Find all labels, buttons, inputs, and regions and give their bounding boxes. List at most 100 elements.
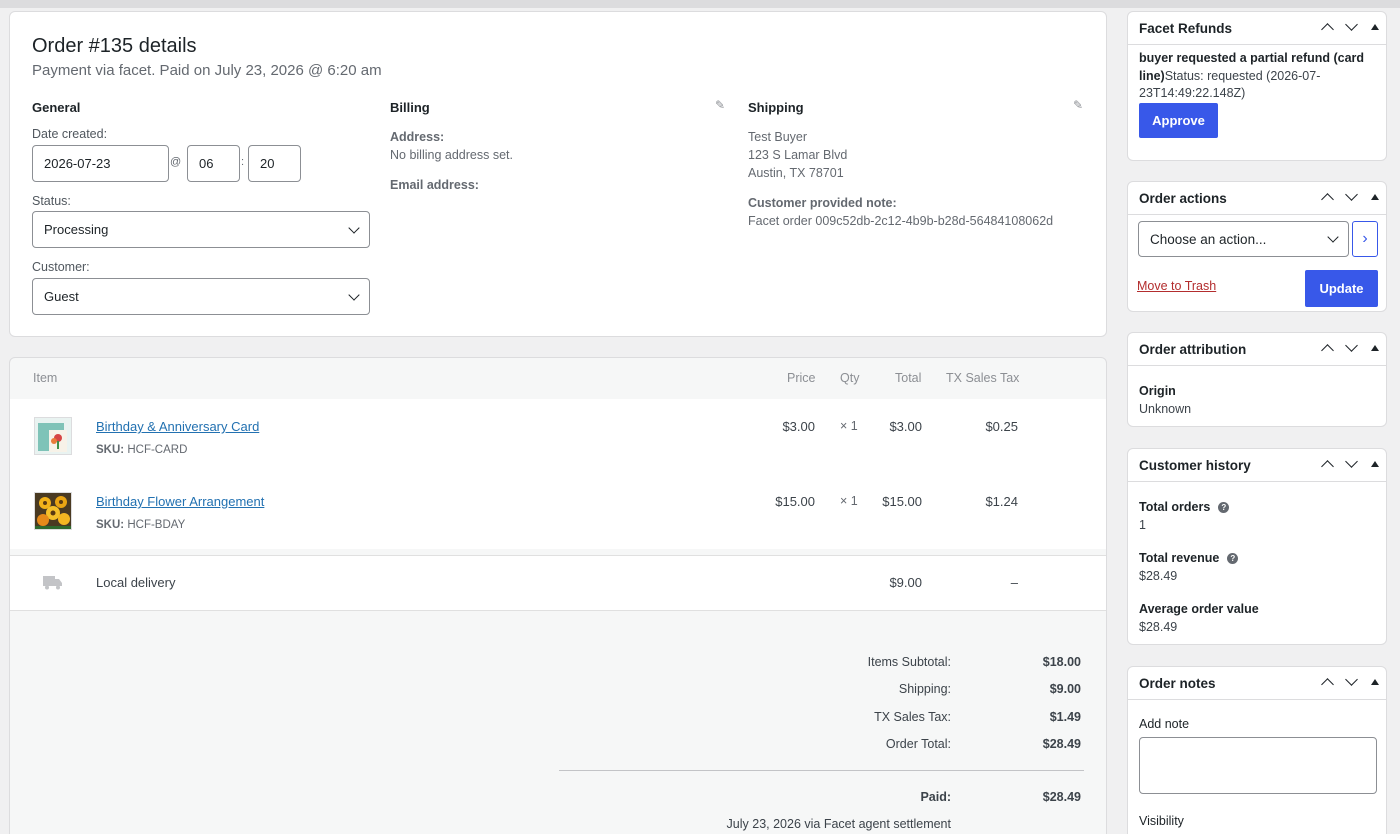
shipping-street: 123 S Lamar Blvd xyxy=(748,148,848,162)
item-tax: $0.25 xyxy=(985,419,1018,434)
chevron-down-icon[interactable] xyxy=(1344,673,1358,689)
total-revenue-label-text: Total revenue xyxy=(1139,551,1220,565)
item-price: $3.00 xyxy=(782,419,815,434)
billing-heading: Billing xyxy=(390,100,430,115)
minute-value: 20 xyxy=(260,156,275,171)
sku-label: SKU: xyxy=(96,519,125,531)
date-value: 2026-07-23 xyxy=(44,156,111,171)
chevron-up-icon[interactable] xyxy=(1320,457,1334,473)
shipping-city: Austin, TX 78701 xyxy=(748,166,844,180)
refund-request-text: buyer requested a partial refund (card l… xyxy=(1139,50,1379,103)
help-icon[interactable]: ? xyxy=(1227,553,1239,564)
box-title: Order attribution xyxy=(1139,342,1247,357)
date-created-input[interactable]: 2026-07-23 xyxy=(32,145,169,182)
billing-email-label: Email address: xyxy=(390,178,479,192)
chevron-up-icon[interactable] xyxy=(1320,675,1334,691)
move-to-trash-link[interactable]: Move to Trash xyxy=(1137,279,1216,293)
shipping-method-name: Local delivery xyxy=(96,575,176,590)
note-textarea[interactable] xyxy=(1139,737,1377,794)
triangle-up-icon[interactable] xyxy=(1368,457,1382,471)
item-price: $15.00 xyxy=(775,494,815,509)
box-title: Customer history xyxy=(1139,458,1251,473)
product-thumbnail xyxy=(34,492,72,530)
box-header: Facet Refunds xyxy=(1128,12,1386,45)
box-header: Order attribution xyxy=(1128,333,1386,366)
shipping-name: Test Buyer xyxy=(748,130,808,144)
aov-value: $28.49 xyxy=(1139,620,1178,634)
order-action-select[interactable]: Choose an action... xyxy=(1138,221,1349,257)
item-total: $3.00 xyxy=(889,419,922,434)
product-link[interactable]: Birthday & Anniversary Card xyxy=(96,419,259,434)
apply-action-button[interactable]: › xyxy=(1352,221,1378,257)
total-orders-value: 1 xyxy=(1139,518,1146,532)
total-orders-label-text: Total orders xyxy=(1139,500,1211,514)
item-total: $15.00 xyxy=(882,494,922,509)
order-items-panel: Item Price Qty Total TX Sales Tax Birthd… xyxy=(9,357,1107,834)
sku-value: HCF-CARD xyxy=(127,444,188,456)
order-data-panel: Order #135 details Payment via facet. Pa… xyxy=(9,11,1107,337)
total-revenue-value: $28.49 xyxy=(1139,569,1178,583)
sku-label: SKU: xyxy=(96,444,125,456)
approve-button[interactable]: Approve xyxy=(1139,103,1218,138)
page-title: Order #135 details xyxy=(32,35,197,57)
triangle-up-icon[interactable] xyxy=(1368,190,1382,204)
chevron-up-icon[interactable] xyxy=(1320,190,1334,206)
shipping-total-label: Shipping: xyxy=(898,682,951,696)
order-actions-box: Order actions Choose an action... › Move… xyxy=(1127,181,1387,312)
customer-select[interactable]: Guest xyxy=(32,278,370,315)
status-value: Processing xyxy=(44,222,109,237)
product-sku: SKU: HCF-BDAY xyxy=(96,519,185,531)
box-title: Facet Refunds xyxy=(1139,21,1233,36)
product-thumbnail xyxy=(34,417,72,455)
paid-note: July 23, 2026 via Facet agent settlement xyxy=(726,817,951,831)
chevron-down-icon xyxy=(348,221,360,234)
aov-label: Average order value xyxy=(1139,602,1259,616)
admin-top-strip xyxy=(0,0,1400,8)
facet-refunds-box: Facet Refunds buyer requested a partial … xyxy=(1127,11,1387,161)
sku-value: HCF-BDAY xyxy=(127,519,186,531)
chevron-down-icon[interactable] xyxy=(1344,188,1358,204)
chevron-down-icon[interactable] xyxy=(1344,18,1358,34)
total-revenue-label: Total revenue? xyxy=(1139,551,1239,565)
chevron-down-icon[interactable] xyxy=(1344,339,1358,355)
tax-total-value: $1.49 xyxy=(1049,710,1081,724)
item-qty: × 1 xyxy=(840,494,858,508)
triangle-up-icon[interactable] xyxy=(1368,20,1382,34)
customer-value: Guest xyxy=(44,289,79,304)
chevron-up-icon[interactable] xyxy=(1320,341,1334,357)
status-select[interactable]: Processing xyxy=(32,211,370,248)
status-label: Status: xyxy=(32,194,71,208)
box-title: Order actions xyxy=(1139,191,1227,206)
tax-total-label: TX Sales Tax: xyxy=(874,710,951,724)
order-total-value: $28.49 xyxy=(1042,737,1081,751)
shipping-line-total: $9.00 xyxy=(889,575,922,590)
hour-value: 06 xyxy=(199,156,214,171)
add-note-label: Add note xyxy=(1139,717,1190,731)
update-button[interactable]: Update xyxy=(1305,270,1378,307)
hour-input[interactable]: 06 xyxy=(187,145,240,182)
help-icon[interactable]: ? xyxy=(1218,502,1230,513)
shipping-total-value: $9.00 xyxy=(1049,682,1081,696)
product-link[interactable]: Birthday Flower Arrangement xyxy=(96,494,264,509)
box-header: Order actions xyxy=(1128,182,1386,215)
chevron-down-icon[interactable] xyxy=(1344,455,1358,471)
paid-value: $28.49 xyxy=(1042,790,1081,804)
item-qty: × 1 xyxy=(840,419,858,433)
chevron-up-icon[interactable] xyxy=(1320,20,1334,36)
origin-label: Origin xyxy=(1139,384,1176,398)
triangle-up-icon[interactable] xyxy=(1368,675,1382,689)
triangle-up-icon[interactable] xyxy=(1368,341,1382,355)
at-separator: @ xyxy=(170,156,182,168)
table-row: Birthday & Anniversary Card SKU: HCF-CAR… xyxy=(10,399,1106,474)
minute-input[interactable]: 20 xyxy=(248,145,301,182)
divider xyxy=(559,770,1084,771)
billing-address-value: No billing address set. xyxy=(390,148,513,162)
pencil-icon[interactable]: ✎ xyxy=(715,98,725,112)
customer-note-value: Facet order 009c52db-2c12-4b9b-b28d-5648… xyxy=(748,214,1054,228)
customer-history-box: Customer history Total orders? 1 Total r… xyxy=(1127,448,1387,645)
payment-subtitle: Payment via facet. Paid on July 23, 2026… xyxy=(32,62,382,79)
origin-value: Unknown xyxy=(1139,402,1192,416)
total-orders-label: Total orders? xyxy=(1139,500,1230,514)
pencil-icon[interactable]: ✎ xyxy=(1073,98,1083,112)
col-header-total: Total xyxy=(895,371,922,385)
